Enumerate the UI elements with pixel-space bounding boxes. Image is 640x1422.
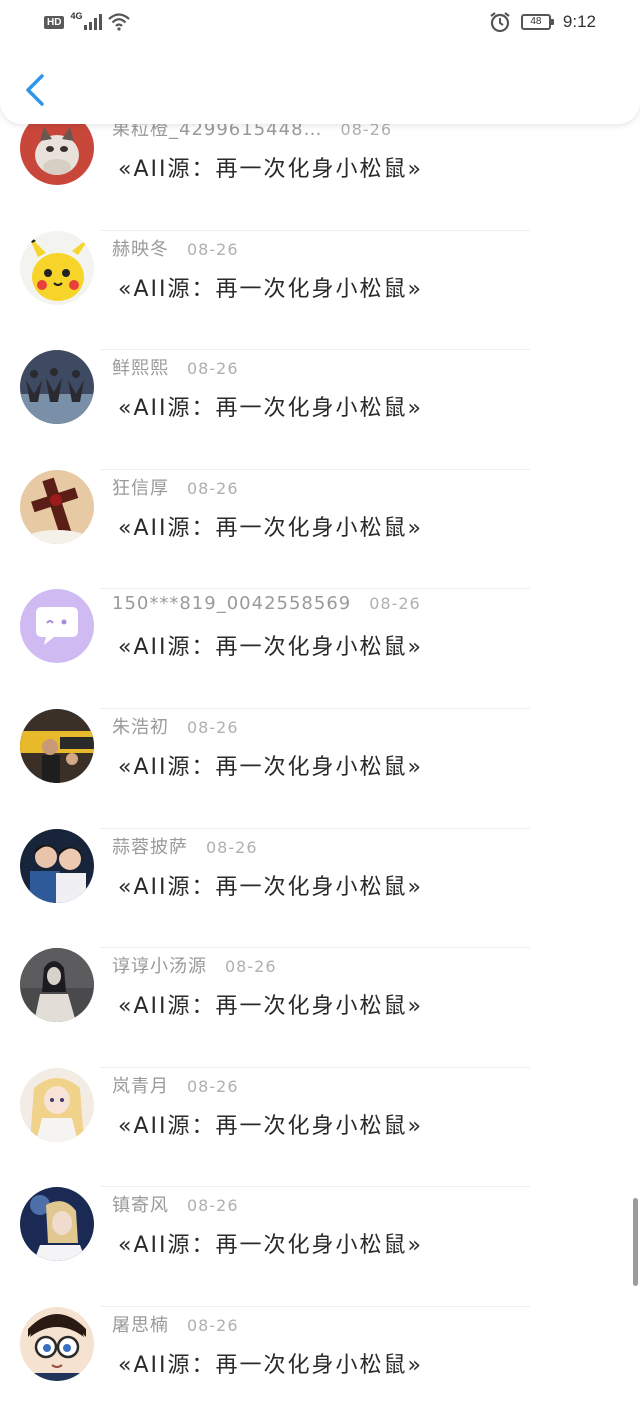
message-text: «AII源：再一次化身小松鼠» — [118, 635, 423, 661]
message-text: «AII源：再一次化身小松鼠» — [118, 515, 423, 541]
list-item[interactable]: 谆谆小汤源 08-26 «AII源：再一次化身小松鼠» — [0, 948, 640, 1068]
default-chat-bubble-icon — [20, 589, 94, 664]
sender-name: 150***819_0042558569 — [112, 593, 352, 615]
back-button[interactable] — [18, 68, 54, 112]
message-text: «AII源：再一次化身小松鼠» — [118, 1113, 423, 1139]
avatar[interactable] — [20, 1187, 94, 1262]
battery-level: 48 — [530, 16, 542, 27]
sender-meta: 150***819_0042558569 08-26 — [112, 593, 421, 623]
message-text: «AII源：再一次化身小松鼠» — [118, 994, 423, 1020]
list-item[interactable]: 果粒橙_4299615448… 08-26 «AII源：再一次化身小松鼠» — [0, 111, 640, 231]
message-text: «AII源：再一次化身小松鼠» — [118, 276, 423, 302]
clock-time: 9:12 — [562, 12, 596, 31]
sender-meta: 蒜蓉披萨 08-26 — [112, 833, 258, 863]
blue-portrait-avatar-icon — [20, 1187, 94, 1262]
status-right: 48 9:12 — [489, 10, 596, 34]
sender-name: 蒜蓉披萨 — [112, 836, 188, 858]
message-text: «AII源：再一次化身小松鼠» — [118, 157, 423, 182]
message-date: 08-26 — [187, 239, 239, 259]
sender-name: 朱浩初 — [112, 717, 169, 738]
hd-badge: HD — [44, 15, 65, 29]
message-date: 08-26 — [369, 594, 421, 614]
avatar[interactable] — [20, 828, 94, 903]
battery-indicator: 48 — [520, 14, 554, 30]
message-date: 08-26 — [225, 957, 277, 977]
list-item[interactable]: 屠思楠 08-26 «AII源：再一次化身小松鼠» — [0, 1307, 640, 1422]
message-date: 08-26 — [187, 359, 239, 379]
sender-meta: 岚青月 08-26 — [112, 1072, 239, 1102]
sender-name: 屠思楠 — [112, 1315, 169, 1336]
list-item[interactable]: 狂信厚 08-26 «AII源：再一次化身小松鼠» — [0, 469, 640, 590]
avatar[interactable] — [20, 589, 94, 664]
message-text: «AII源：再一次化身小松鼠» — [118, 1353, 423, 1378]
pikachu-avatar-icon — [20, 230, 94, 305]
status-left: HD 4G — [44, 11, 131, 32]
sender-meta: 鲜熙熙 08-26 — [112, 354, 239, 384]
sender-meta: 镇寄风 08-26 — [112, 1191, 239, 1221]
sender-meta: 赫映冬 08-26 — [112, 235, 239, 265]
avatar[interactable] — [20, 350, 94, 425]
status-bar: HD 4G 48 9:12 — [0, 0, 640, 44]
sender-name: 镇寄风 — [112, 1195, 169, 1217]
message-date: 08-26 — [187, 718, 239, 737]
signal-icon — [84, 14, 103, 30]
two-boys-avatar-icon — [20, 828, 94, 903]
wifi-icon — [108, 13, 131, 31]
message-text: «AII源：再一次化身小松鼠» — [118, 1233, 423, 1259]
list-item[interactable]: 150***819_0042558569 08-26 «AII源：再一次化身小松鼠… — [0, 589, 640, 709]
avatar[interactable] — [20, 709, 94, 783]
avatar[interactable] — [20, 948, 94, 1023]
conan-avatar-icon — [20, 1307, 94, 1381]
sender-meta: 屠思楠 08-26 — [112, 1311, 239, 1341]
sender-name: 赫映冬 — [112, 238, 169, 260]
message-date: 08-26 — [187, 1076, 239, 1096]
cross-rose-avatar-icon — [20, 469, 94, 544]
scrollbar-thumb[interactable] — [633, 1198, 638, 1286]
sender-name: 狂信厚 — [112, 477, 169, 499]
list-item[interactable]: 朱浩初 08-26 «AII源：再一次化身小松鼠» — [0, 709, 640, 829]
message-date: 08-26 — [187, 478, 239, 498]
message-date: 08-26 — [187, 1196, 239, 1216]
sender-name: 岚青月 — [112, 1075, 169, 1097]
list-item[interactable]: 蒜蓉披萨 08-26 «AII源：再一次化身小松鼠» — [0, 828, 640, 949]
list-item[interactable]: 鲜熙熙 08-26 «AII源：再一次化身小松鼠» — [0, 350, 640, 470]
sender-meta: 谆谆小汤源 08-26 — [112, 952, 277, 982]
avatar[interactable] — [20, 1067, 94, 1142]
taxi-photo-avatar-icon — [20, 709, 94, 783]
list-item[interactable]: 岚青月 08-26 «AII源：再一次化身小松鼠» — [0, 1067, 640, 1188]
anime-girl-avatar-icon — [20, 1067, 94, 1142]
avatar[interactable] — [20, 230, 94, 305]
screen: 果粒橙_4299615448… 08-26 «AII源：再一次化身小松鼠» 赫映… — [0, 0, 640, 1422]
sender-name: 鲜熙熙 — [112, 358, 169, 380]
message-text: «AII源：再一次化身小松鼠» — [118, 874, 423, 900]
list-item[interactable]: 镇寄风 08-26 «AII源：再一次化身小松鼠» — [0, 1187, 640, 1307]
dark-portrait-avatar-icon — [20, 948, 94, 1023]
sender-meta: 狂信厚 08-26 — [112, 474, 239, 504]
message-date: 08-26 — [206, 837, 258, 857]
list-item[interactable]: 赫映冬 08-26 «AII源：再一次化身小松鼠» — [0, 230, 640, 351]
avatar[interactable] — [20, 469, 94, 544]
group-photo-avatar-icon — [20, 350, 94, 425]
chevron-left-icon[interactable] — [18, 68, 54, 112]
top-header: HD 4G 48 9:12 — [0, 0, 640, 124]
message-date: 08-26 — [187, 1316, 239, 1335]
network-type: 4G — [70, 11, 83, 21]
alarm-clock-icon — [490, 12, 510, 33]
avatar[interactable] — [20, 1307, 94, 1381]
sender-name: 谆谆小汤源 — [112, 956, 207, 978]
message-text: «AII源：再一次化身小松鼠» — [118, 755, 423, 780]
message-text: «AII源：再一次化身小松鼠» — [118, 396, 423, 422]
sender-meta: 朱浩初 08-26 — [112, 713, 239, 743]
